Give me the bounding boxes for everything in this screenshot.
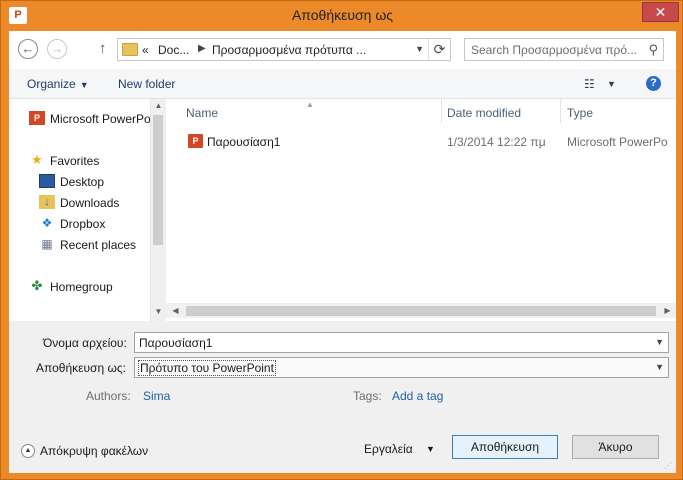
sort-ascending-icon: ▲ (306, 100, 314, 109)
horizontal-scrollbar[interactable]: ◀ ▶ (166, 303, 676, 318)
tools-menu[interactable]: Εργαλεία (364, 442, 413, 456)
help-icon[interactable]: ? (646, 76, 661, 91)
sidebar-item-label: Desktop (60, 175, 105, 189)
cancel-button[interactable]: Άκυρο (572, 435, 659, 459)
downloads-icon: ↓ (39, 195, 55, 209)
save-as-type-value: Πρότυπο του PowerPoint (138, 360, 276, 376)
back-button[interactable]: ← (18, 39, 38, 59)
powerpoint-file-icon: P (188, 134, 203, 148)
desktop-icon (39, 174, 55, 188)
close-button[interactable]: ✕ (642, 2, 679, 22)
forward-button[interactable]: → (47, 39, 67, 59)
search-icon[interactable]: ⚲ (648, 42, 658, 58)
breadcrumb-documents[interactable]: Doc... (158, 43, 189, 57)
dropbox-icon: ❖ (41, 216, 53, 230)
window-title: Αποθήκευση ως (291, 7, 394, 23)
navigation-pane: P Microsoft PowerPo ★ Favorites Desktop … (9, 99, 165, 321)
scroll-left-icon[interactable]: ◀ (168, 306, 183, 315)
file-date: 1/3/2014 12:22 πμ (447, 135, 546, 149)
chevron-right-icon[interactable]: ▶ (198, 43, 206, 54)
sidebar-item-label: Microsoft PowerPo (50, 112, 151, 126)
chevron-down-icon[interactable]: ▼ (415, 44, 424, 54)
homegroup-icon: ✤ (31, 278, 43, 293)
column-divider[interactable] (560, 99, 561, 123)
scrollbar-thumb[interactable] (153, 115, 163, 245)
resize-grip-icon[interactable]: ⋰ (664, 461, 674, 471)
save-as-type-label: Αποθήκευση ως: (36, 361, 126, 375)
title-bar[interactable]: P Αποθήκευση ως ✕ (1, 1, 683, 31)
file-name: Παρουσίαση1 (207, 135, 281, 149)
filename-input[interactable]: Παρουσίαση1 ▼ (134, 332, 669, 353)
refresh-button[interactable]: ⟳ (428, 39, 450, 60)
sidebar-item-label: Downloads (60, 196, 120, 210)
tags-label: Tags: (353, 389, 382, 403)
column-header-name[interactable]: Name (186, 106, 218, 120)
table-row[interactable]: P Παρουσίαση1 1/3/2014 12:22 πμ Microsof… (166, 131, 676, 153)
organize-label: Organize (27, 77, 76, 91)
view-options-icon[interactable]: ☷ (584, 77, 595, 91)
scroll-down-icon[interactable]: ▼ (151, 307, 165, 316)
authors-label: Authors: (86, 389, 131, 403)
address-bar[interactable]: « Doc... ▶ Προσαρμοσμένα πρότυπα ... ▼ ⟳ (117, 38, 451, 61)
chevron-down-icon[interactable]: ▼ (607, 79, 616, 89)
sidebar-item-label: Recent places (60, 238, 137, 252)
authors-value[interactable]: Sima (143, 389, 170, 403)
hide-folders-button[interactable]: Απόκρυψη φακέλων (40, 444, 148, 458)
recent-places-icon: ▦ (41, 237, 53, 251)
command-bar: Organize ▼ New folder ☷ ▼ ? (9, 69, 676, 99)
save-button[interactable]: Αποθήκευση (452, 435, 558, 459)
file-list: ▲ Name Date modified Type P Παρουσίαση1 … (166, 99, 676, 321)
filename-value: Παρουσίαση1 (139, 336, 213, 350)
star-icon: ★ (31, 152, 43, 167)
search-placeholder: Search Προσαρμοσμένα πρό... (471, 43, 638, 57)
column-divider[interactable] (441, 99, 442, 123)
sidebar-item-label: Favorites (50, 154, 100, 168)
column-header-date-modified[interactable]: Date modified (447, 106, 521, 120)
scrollbar-thumb[interactable] (186, 306, 656, 316)
filename-label: Όνομα αρχείου: (43, 336, 127, 350)
save-as-type-select[interactable]: Πρότυπο του PowerPoint ▼ (134, 357, 669, 378)
breadcrumb-overflow[interactable]: « (142, 43, 149, 57)
save-as-dialog: P Αποθήκευση ως ✕ ← → ↑ « Doc... ▶ Προσα… (0, 0, 683, 480)
chevron-down-icon[interactable]: ▼ (426, 444, 435, 454)
chevron-down-icon: ▼ (79, 80, 89, 90)
column-header-type[interactable]: Type (567, 106, 593, 120)
organize-menu[interactable]: Organize ▼ (27, 77, 89, 91)
powerpoint-icon: P (29, 111, 45, 125)
navigation-bar: ← → ↑ « Doc... ▶ Προσαρμοσμένα πρότυπα .… (9, 31, 676, 69)
collapse-up-icon[interactable]: ▲ (21, 444, 35, 458)
chevron-down-icon[interactable]: ▼ (655, 362, 664, 372)
search-input[interactable]: Search Προσαρμοσμένα πρό... ⚲ (464, 38, 664, 61)
folder-icon (122, 43, 138, 56)
dialog-body: ← → ↑ « Doc... ▶ Προσαρμοσμένα πρότυπα .… (9, 31, 676, 473)
file-type: Microsoft PowerPo (567, 135, 668, 149)
navigation-scrollbar[interactable]: ▲ ▼ (150, 99, 165, 321)
breadcrumb-custom-templates[interactable]: Προσαρμοσμένα πρότυπα ... (212, 43, 366, 57)
scroll-up-icon[interactable]: ▲ (151, 101, 165, 110)
sidebar-item-label: Homegroup (50, 280, 113, 294)
sidebar-item-label: Dropbox (60, 217, 106, 231)
chevron-down-icon[interactable]: ▼ (655, 337, 664, 347)
add-tag-link[interactable]: Add a tag (392, 389, 443, 403)
scroll-right-icon[interactable]: ▶ (660, 306, 675, 315)
new-folder-button[interactable]: New folder (118, 77, 175, 91)
up-button[interactable]: ↑ (99, 40, 107, 57)
